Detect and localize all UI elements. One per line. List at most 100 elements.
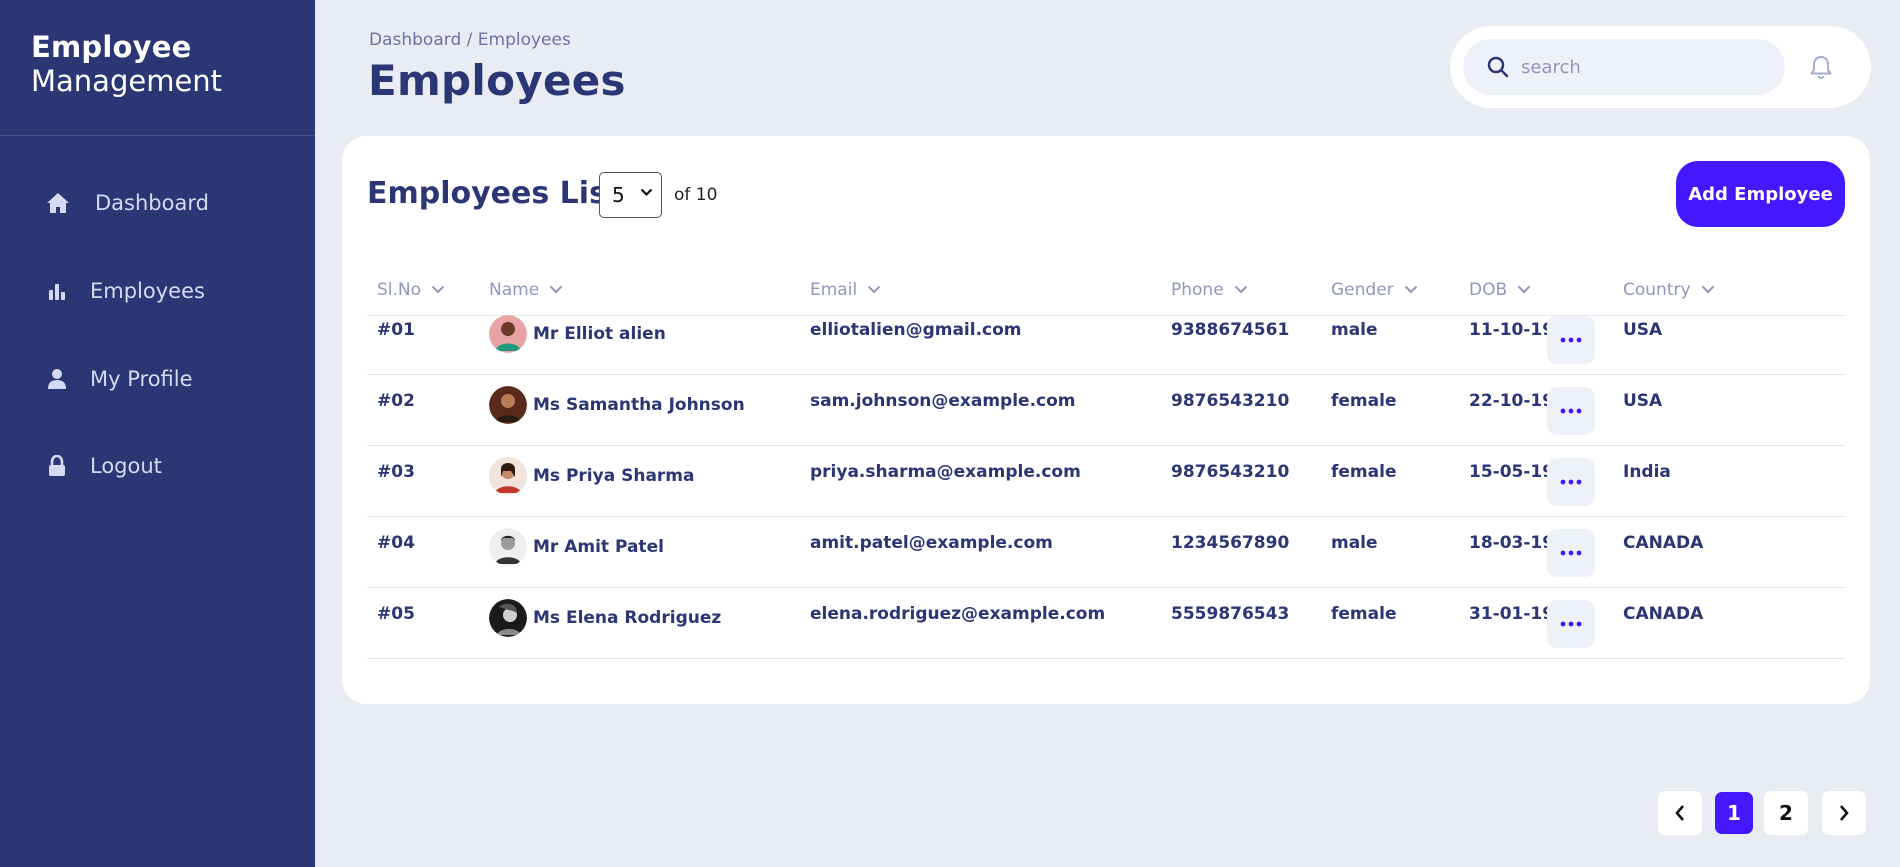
search-icon xyxy=(1487,56,1509,78)
table-row[interactable]: #03 Ms Priya Sharma priya.sharma@example… xyxy=(367,446,1845,517)
pagination-next-button[interactable] xyxy=(1822,791,1866,835)
cell-country: CANADA xyxy=(1623,604,1704,624)
cell-gender: female xyxy=(1331,462,1397,482)
sidebar-item-label: My Profile xyxy=(90,367,193,391)
column-header-country[interactable]: Country xyxy=(1623,280,1715,300)
add-employee-button[interactable]: Add Employee xyxy=(1676,161,1845,227)
cell-name-text: Ms Samantha Johnson xyxy=(533,395,745,415)
avatar xyxy=(489,386,527,424)
avatar xyxy=(489,457,527,495)
cell-phone: 9876543210 xyxy=(1171,462,1290,482)
cell-email: elena.rodriguez@example.com xyxy=(810,604,1106,624)
more-horizontal-icon xyxy=(1560,550,1582,556)
cell-name-text: Mr Amit Patel xyxy=(533,537,664,557)
brand-line-2: Management xyxy=(31,64,223,98)
lock-icon xyxy=(45,454,69,478)
search-input[interactable] xyxy=(1521,56,1761,78)
cell-country: CANADA xyxy=(1623,533,1704,553)
chevron-left-icon xyxy=(1675,805,1684,821)
cell-phone: 9876543210 xyxy=(1171,391,1290,411)
cell-phone: 5559876543 xyxy=(1171,604,1290,624)
row-actions-button[interactable] xyxy=(1547,316,1595,364)
page-title: Employees xyxy=(368,56,626,105)
table-row[interactable]: #01 Mr Elliot alien elliotalien@gmail.co… xyxy=(367,304,1845,375)
chevron-down-icon xyxy=(1404,285,1417,294)
cell-name: Ms Samantha Johnson xyxy=(489,386,745,424)
cell-gender: female xyxy=(1331,604,1397,624)
column-header-gender[interactable]: Gender xyxy=(1331,280,1418,300)
cell-email: sam.johnson@example.com xyxy=(810,391,1076,411)
column-header-label: Name xyxy=(489,280,540,300)
avatar xyxy=(489,528,527,566)
chevron-down-icon xyxy=(640,188,653,197)
cell-phone: 9388674561 xyxy=(1171,320,1290,340)
more-horizontal-icon xyxy=(1560,337,1582,343)
cell-email: priya.sharma@example.com xyxy=(810,462,1081,482)
column-header-slno[interactable]: Sl.No xyxy=(377,280,445,300)
column-header-label: Gender xyxy=(1331,280,1394,300)
table-row[interactable]: #04 Mr Amit Patel amit.patel@example.com… xyxy=(367,517,1845,588)
more-horizontal-icon xyxy=(1560,479,1582,485)
sidebar-item-dashboard[interactable]: Dashboard xyxy=(0,178,315,228)
column-header-label: DOB xyxy=(1469,280,1508,300)
pagination-page-1[interactable]: 1 xyxy=(1715,792,1753,834)
sidebar-item-my-profile[interactable]: My Profile xyxy=(0,354,315,404)
cell-gender: male xyxy=(1331,533,1378,553)
per-page-select[interactable]: 5 xyxy=(599,172,662,218)
cell-gender: male xyxy=(1331,320,1378,340)
bell-icon[interactable] xyxy=(1808,54,1834,80)
column-header-label: Phone xyxy=(1171,280,1224,300)
cell-name-text: Ms Elena Rodriguez xyxy=(533,608,722,628)
cell-name: Mr Amit Patel xyxy=(489,528,664,566)
cell-name: Ms Priya Sharma xyxy=(489,457,694,495)
sidebar-item-label: Logout xyxy=(90,454,162,478)
employees-card: Employees List 5 of 10 Add Employee Sl.N… xyxy=(342,136,1870,704)
more-horizontal-icon xyxy=(1560,408,1582,414)
chevron-down-icon xyxy=(549,285,563,294)
cell-id: #05 xyxy=(377,604,415,624)
column-header-email[interactable]: Email xyxy=(810,280,881,300)
more-horizontal-icon xyxy=(1560,621,1582,627)
sidebar-item-label: Dashboard xyxy=(95,191,209,215)
table-row[interactable]: #05 Ms Elena Rodriguez elena.rodriguez@e… xyxy=(367,588,1845,659)
column-header-name[interactable]: Name xyxy=(489,280,563,300)
sidebar: Employee Management Dashboard Employees … xyxy=(0,0,315,867)
pagination-prev-button[interactable] xyxy=(1658,791,1702,835)
cell-name-text: Mr Elliot alien xyxy=(533,324,666,344)
avatar xyxy=(489,599,527,637)
cell-name: Mr Elliot alien xyxy=(489,315,666,353)
brand-logo: Employee Management xyxy=(0,0,315,136)
table-row[interactable]: #02 Ms Samantha Johnson sam.johnson@exam… xyxy=(367,375,1845,446)
cell-country: USA xyxy=(1623,391,1663,411)
row-actions-button[interactable] xyxy=(1547,387,1595,435)
cell-email: amit.patel@example.com xyxy=(810,533,1053,553)
search-bar xyxy=(1463,39,1785,95)
chevron-right-icon xyxy=(1840,805,1849,821)
card-title: Employees List xyxy=(367,176,622,211)
cell-email: elliotalien@gmail.com xyxy=(810,320,1022,340)
column-header-phone[interactable]: Phone xyxy=(1171,280,1248,300)
avatar xyxy=(489,315,527,353)
user-icon xyxy=(45,367,69,391)
chevron-down-icon xyxy=(431,285,445,294)
sidebar-item-employees[interactable]: Employees xyxy=(0,266,315,316)
row-actions-button[interactable] xyxy=(1547,600,1595,648)
row-actions-button[interactable] xyxy=(1547,529,1595,577)
column-header-label: Sl.No xyxy=(377,280,422,300)
row-actions-button[interactable] xyxy=(1547,458,1595,506)
column-header-dob[interactable]: DOB xyxy=(1469,280,1531,300)
sidebar-item-logout[interactable]: Logout xyxy=(0,441,315,491)
cell-name: Ms Elena Rodriguez xyxy=(489,599,721,637)
chevron-down-icon xyxy=(1234,285,1247,294)
bar-chart-icon xyxy=(45,279,69,303)
cell-id: #04 xyxy=(377,533,415,553)
cell-gender: female xyxy=(1331,391,1397,411)
cell-id: #01 xyxy=(377,320,415,340)
column-header-label: Country xyxy=(1623,280,1691,300)
top-toolbar xyxy=(1450,26,1871,108)
pagination-page-2[interactable]: 2 xyxy=(1764,791,1808,835)
column-header-label: Email xyxy=(810,280,858,300)
chevron-down-icon xyxy=(1517,285,1531,294)
cell-country: USA xyxy=(1623,320,1663,340)
chevron-down-icon xyxy=(1701,285,1714,294)
